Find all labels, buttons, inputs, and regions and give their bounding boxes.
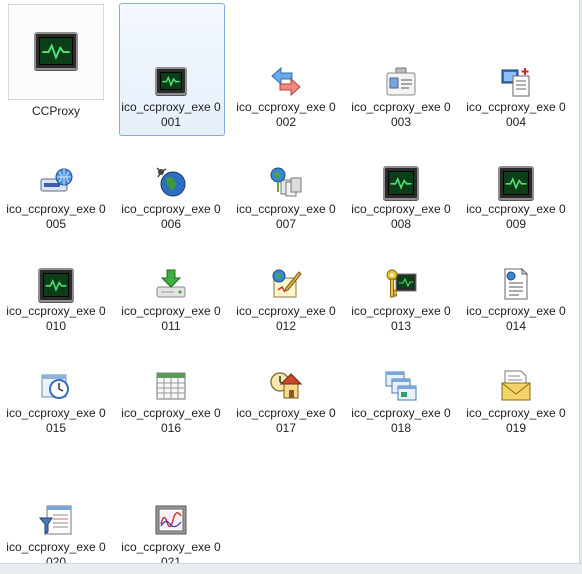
file-name: ico_ccproxy_exe 0005 <box>6 202 106 231</box>
file-name: ico_ccproxy_exe 0019 <box>466 406 566 435</box>
file-item-0021[interactable]: ico_ccproxy_exe 0021 <box>119 504 223 564</box>
file-name: ico_ccproxy_exe 0017 <box>236 406 336 435</box>
monitor-icon <box>155 67 187 95</box>
mail-envelope-icon <box>501 370 531 401</box>
file-item-0009[interactable]: ico_ccproxy_exe 0009 <box>464 166 568 232</box>
thumbnail-frame <box>8 4 104 100</box>
globe-servers-icon <box>270 167 302 197</box>
file-name: ico_ccproxy_exe 0011 <box>121 304 221 333</box>
clock-house-icon <box>270 372 303 399</box>
file-name: ico_ccproxy_exe 0018 <box>351 406 451 435</box>
file-item-0005[interactable]: ico_ccproxy_exe 0005 <box>4 166 108 232</box>
file-name: ico_ccproxy_exe 0010 <box>6 304 106 333</box>
file-name: ico_ccproxy_exe 0003 <box>351 100 451 129</box>
file-item-0006[interactable]: ico_ccproxy_exe 0006 <box>119 166 223 232</box>
web-document-icon <box>504 268 529 300</box>
arrows-exchange-icon <box>271 67 301 97</box>
file-name: ico_ccproxy_exe 0002 <box>236 100 336 129</box>
file-item-0018[interactable]: ico_ccproxy_exe 0018 <box>349 370 453 436</box>
file-name: CCProxy <box>31 104 80 118</box>
computer-document-icon <box>501 68 530 97</box>
file-name: ico_ccproxy_exe 0012 <box>236 304 336 333</box>
globe-network-icon <box>156 167 186 197</box>
calendar-table-icon <box>156 372 186 400</box>
stacked-windows-icon <box>385 371 417 401</box>
globe-pencil-icon <box>272 269 302 298</box>
file-item-0020[interactable]: ico_ccproxy_exe 0020 <box>4 504 108 564</box>
download-drive-icon <box>156 269 186 298</box>
file-name: ico_ccproxy_exe 0004 <box>466 100 566 129</box>
file-item-0016[interactable]: ico_ccproxy_exe 0016 <box>119 370 223 436</box>
file-name: ico_ccproxy_exe 0020 <box>6 540 106 564</box>
file-item-0012[interactable]: ico_ccproxy_exe 0012 <box>234 268 338 334</box>
file-item-0001[interactable]: ico_ccproxy_exe 0001 <box>119 4 223 130</box>
file-item-0004[interactable]: ico_ccproxy_exe 0004 <box>464 4 568 130</box>
monitor-icon <box>38 268 74 302</box>
file-item-0010[interactable]: ico_ccproxy_exe 0010 <box>4 268 108 334</box>
file-name: ico_ccproxy_exe 0001 <box>121 100 221 129</box>
file-item-0002[interactable]: ico_ccproxy_exe 0002 <box>234 4 338 130</box>
file-name: ico_ccproxy_exe 0015 <box>6 406 106 435</box>
file-item-0014[interactable]: ico_ccproxy_exe 0014 <box>464 268 568 334</box>
key-monitor-icon <box>386 269 417 298</box>
file-item-0013[interactable]: ico_ccproxy_exe 0013 <box>349 268 453 334</box>
file-name: ico_ccproxy_exe 0007 <box>236 202 336 231</box>
monitor-icon <box>498 166 534 200</box>
id-card-icon <box>386 67 416 96</box>
file-name: ico_ccproxy_exe 0006 <box>121 202 221 231</box>
file-name: ico_ccproxy_exe 0008 <box>351 202 451 231</box>
file-item-0007[interactable]: ico_ccproxy_exe 0007 <box>234 166 338 232</box>
file-item-0011[interactable]: ico_ccproxy_exe 0011 <box>119 268 223 334</box>
monitor-icon <box>383 166 419 200</box>
file-name: ico_ccproxy_exe 0013 <box>351 304 451 333</box>
network-device-icon <box>40 168 73 192</box>
chart-window-icon <box>155 505 187 535</box>
file-name: ico_ccproxy_exe 0016 <box>121 406 221 435</box>
ccproxy-monitor-icon <box>34 32 78 70</box>
file-name: ico_ccproxy_exe 0014 <box>466 304 566 333</box>
file-item-0015[interactable]: ico_ccproxy_exe 0015 <box>4 370 108 436</box>
file-item-ccproxy[interactable]: CCProxy <box>4 4 108 119</box>
file-item-0003[interactable]: ico_ccproxy_exe 0003 <box>349 4 453 130</box>
filter-list-icon <box>39 505 72 535</box>
file-item-0008[interactable]: ico_ccproxy_exe 0008 <box>349 166 453 232</box>
file-view-pane: CCProxy ico_ccproxy_exe 0001 ico_ccproxy… <box>0 0 580 564</box>
file-item-0017[interactable]: ico_ccproxy_exe 0017 <box>234 370 338 436</box>
clock-window-icon <box>41 374 69 399</box>
file-name: ico_ccproxy_exe 0009 <box>466 202 566 231</box>
file-name: ico_ccproxy_exe 0021 <box>121 540 221 564</box>
status-bar <box>0 563 582 574</box>
file-item-0019[interactable]: ico_ccproxy_exe 0019 <box>464 370 568 436</box>
